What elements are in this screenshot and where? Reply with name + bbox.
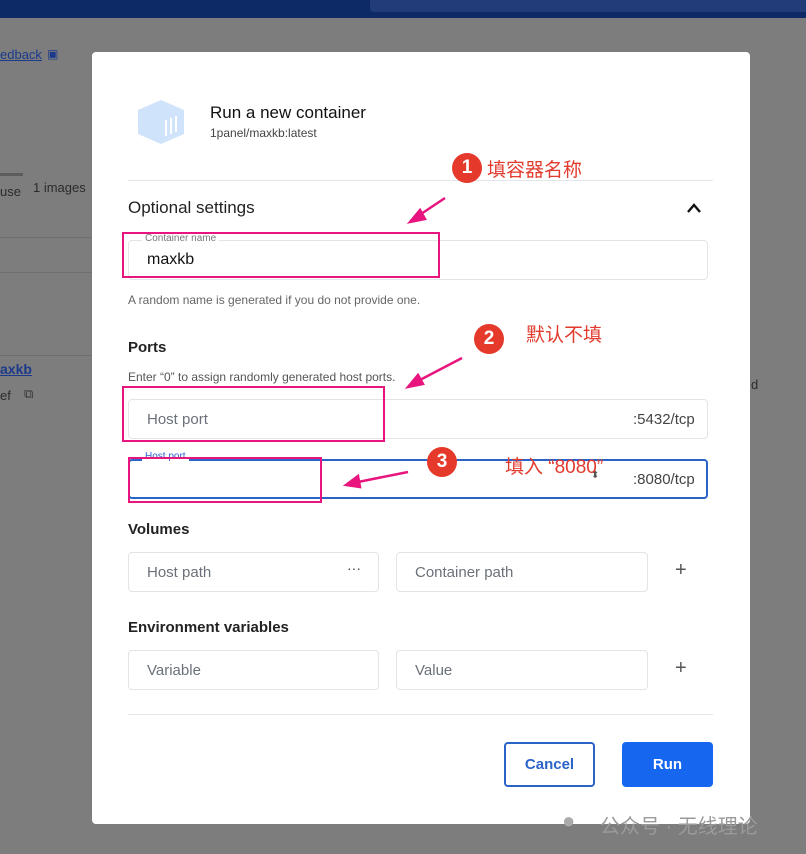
watermark: 公众号 · 无线理论 bbox=[600, 816, 758, 838]
arrow-icon bbox=[342, 473, 362, 489]
arrow-icon bbox=[404, 372, 425, 389]
arrow-icon bbox=[417, 356, 463, 383]
arrow-icon bbox=[357, 470, 409, 484]
annotation-arrows bbox=[342, 196, 463, 489]
wechat-icon: ● bbox=[562, 808, 576, 833]
